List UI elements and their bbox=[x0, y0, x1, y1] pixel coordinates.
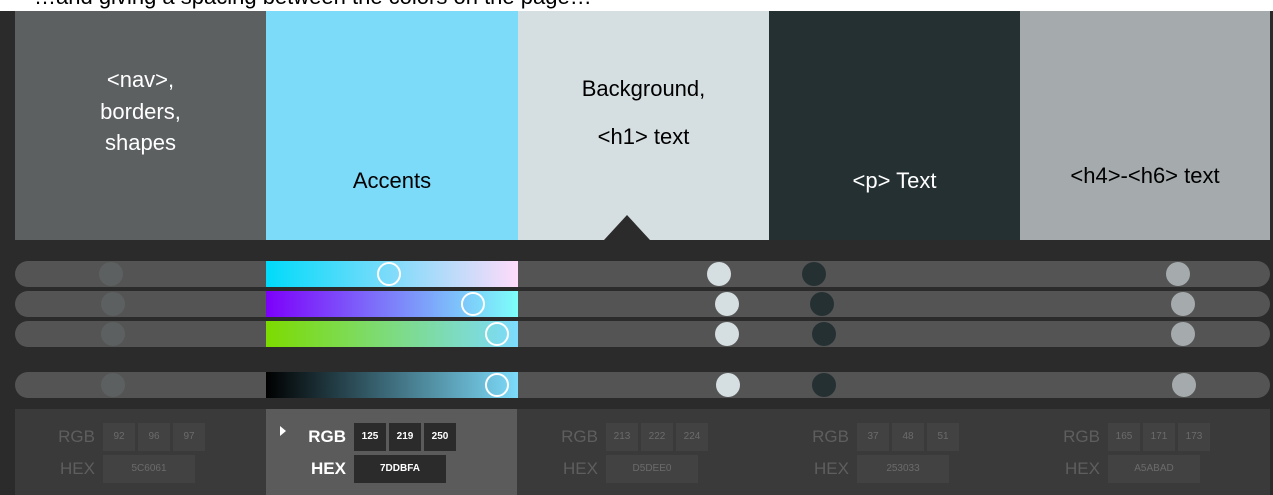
red-value[interactable]: 92 bbox=[103, 423, 135, 451]
slider-knob[interactable] bbox=[377, 262, 401, 286]
rgb-row: RGB 125 219 250 bbox=[266, 423, 459, 451]
hex-value[interactable]: 253033 bbox=[857, 455, 949, 483]
hex-value[interactable]: A5ABAD bbox=[1108, 455, 1200, 483]
red-value[interactable]: 213 bbox=[606, 423, 638, 451]
slider-knob[interactable] bbox=[99, 262, 123, 286]
swatch-paragraph-text[interactable]: <p> Text bbox=[769, 11, 1020, 240]
slider-knob[interactable] bbox=[101, 292, 125, 316]
slider-red[interactable] bbox=[15, 261, 1270, 287]
swatch-label: Accents bbox=[352, 167, 432, 193]
rgb-label: RGB bbox=[1063, 427, 1100, 446]
hex-label: HEX bbox=[1065, 459, 1100, 478]
hex-label: HEX bbox=[311, 459, 346, 478]
slider-knob[interactable] bbox=[1172, 373, 1196, 397]
hex-value[interactable]: D5DEE0 bbox=[606, 455, 698, 483]
blue-value[interactable]: 173 bbox=[1178, 423, 1210, 451]
swatch-label: <p> Text bbox=[852, 167, 937, 193]
blue-value[interactable]: 224 bbox=[676, 423, 708, 451]
swatch-nav-borders[interactable]: <nav>, borders, shapes bbox=[15, 11, 266, 240]
swatch-label: <nav>, borders, shapes bbox=[100, 66, 181, 156]
green-value[interactable]: 222 bbox=[641, 423, 673, 451]
swatch-accents[interactable]: Accents bbox=[266, 11, 518, 240]
slider-knob[interactable] bbox=[461, 292, 485, 316]
slider-knob[interactable] bbox=[1171, 322, 1195, 346]
hex-label: HEX bbox=[60, 459, 95, 478]
swatch-heading-text[interactable]: <h4>-<h6> text bbox=[1020, 11, 1270, 240]
hex-row: HEX 7DDBFA bbox=[266, 455, 449, 483]
rgb-label: RGB bbox=[308, 427, 346, 446]
swatch-label: <h4>-<h6> text bbox=[1070, 162, 1220, 188]
blue-value[interactable]: 51 bbox=[927, 423, 959, 451]
green-value[interactable]: 171 bbox=[1143, 423, 1175, 451]
rgb-row: RGB 165 171 173 bbox=[1020, 423, 1213, 451]
rgb-row: RGB 92 96 97 bbox=[15, 423, 208, 451]
rgb-row: RGB 213 222 224 bbox=[518, 423, 711, 451]
slider-lightness[interactable] bbox=[15, 372, 1270, 398]
value-cell-heading-text[interactable]: RGB 165 171 173 HEX A5ABAD bbox=[1020, 409, 1271, 495]
red-value[interactable]: 125 bbox=[354, 423, 386, 451]
slider-knob[interactable] bbox=[715, 322, 739, 346]
value-cell-background[interactable]: RGB 213 222 224 HEX D5DEE0 bbox=[518, 409, 769, 495]
slider-knob[interactable] bbox=[707, 262, 731, 286]
green-value[interactable]: 96 bbox=[138, 423, 170, 451]
rgb-row: RGB 37 48 51 bbox=[769, 423, 962, 451]
green-value[interactable]: 219 bbox=[389, 423, 421, 451]
green-value[interactable]: 48 bbox=[892, 423, 924, 451]
hex-value[interactable]: 5C6061 bbox=[103, 455, 195, 483]
red-value[interactable]: 165 bbox=[1108, 423, 1140, 451]
swatch-background[interactable]: Background, <h1> text bbox=[518, 11, 769, 240]
rgb-label: RGB bbox=[561, 427, 598, 446]
hex-row: HEX 5C6061 bbox=[15, 455, 198, 483]
color-scheme-panel: <nav>, borders, shapes Accents Backgroun… bbox=[0, 11, 1273, 495]
hex-row: HEX A5ABAD bbox=[1020, 455, 1203, 483]
slider-knob[interactable] bbox=[812, 322, 836, 346]
slider-knob[interactable] bbox=[1171, 292, 1195, 316]
slider-knob[interactable] bbox=[485, 373, 509, 397]
red-value[interactable]: 37 bbox=[857, 423, 889, 451]
slider-gradient bbox=[266, 321, 518, 347]
slider-knob[interactable] bbox=[812, 373, 836, 397]
hex-label: HEX bbox=[814, 459, 849, 478]
rgb-label: RGB bbox=[58, 427, 95, 446]
hex-row: HEX 253033 bbox=[769, 455, 952, 483]
hex-label: HEX bbox=[563, 459, 598, 478]
slider-knob[interactable] bbox=[1166, 262, 1190, 286]
slider-knob[interactable] bbox=[802, 262, 826, 286]
value-cell-nav-borders[interactable]: RGB 92 96 97 HEX 5C6061 bbox=[15, 409, 266, 495]
rgb-label: RGB bbox=[812, 427, 849, 446]
value-cell-accents[interactable]: RGB 125 219 250 HEX 7DDBFA bbox=[266, 409, 517, 495]
selection-pointer-icon bbox=[604, 215, 650, 240]
slider-knob[interactable] bbox=[485, 322, 509, 346]
slider-knob[interactable] bbox=[715, 292, 739, 316]
swatch-label: Background, <h1> text bbox=[581, 75, 706, 149]
slider-knob[interactable] bbox=[810, 292, 834, 316]
value-cell-paragraph-text[interactable]: RGB 37 48 51 HEX 253033 bbox=[769, 409, 1020, 495]
hex-value[interactable]: 7DDBFA bbox=[354, 455, 446, 483]
slider-knob[interactable] bbox=[101, 322, 125, 346]
blue-value[interactable]: 250 bbox=[424, 423, 456, 451]
slider-blue[interactable] bbox=[15, 321, 1270, 347]
slider-green[interactable] bbox=[15, 291, 1270, 317]
swatch-row: <nav>, borders, shapes Accents Backgroun… bbox=[15, 11, 1270, 240]
color-values-bar: RGB 92 96 97 HEX 5C6061 RGB 125 219 250 … bbox=[15, 409, 1270, 495]
slider-knob[interactable] bbox=[716, 373, 740, 397]
slider-knob[interactable] bbox=[101, 373, 125, 397]
caption-text: …and giving a spacing between the colors… bbox=[34, 0, 592, 10]
blue-value[interactable]: 97 bbox=[173, 423, 205, 451]
caption-strip: …and giving a spacing between the colors… bbox=[0, 0, 1273, 11]
slider-gradient bbox=[266, 372, 518, 398]
hex-row: HEX D5DEE0 bbox=[518, 455, 701, 483]
